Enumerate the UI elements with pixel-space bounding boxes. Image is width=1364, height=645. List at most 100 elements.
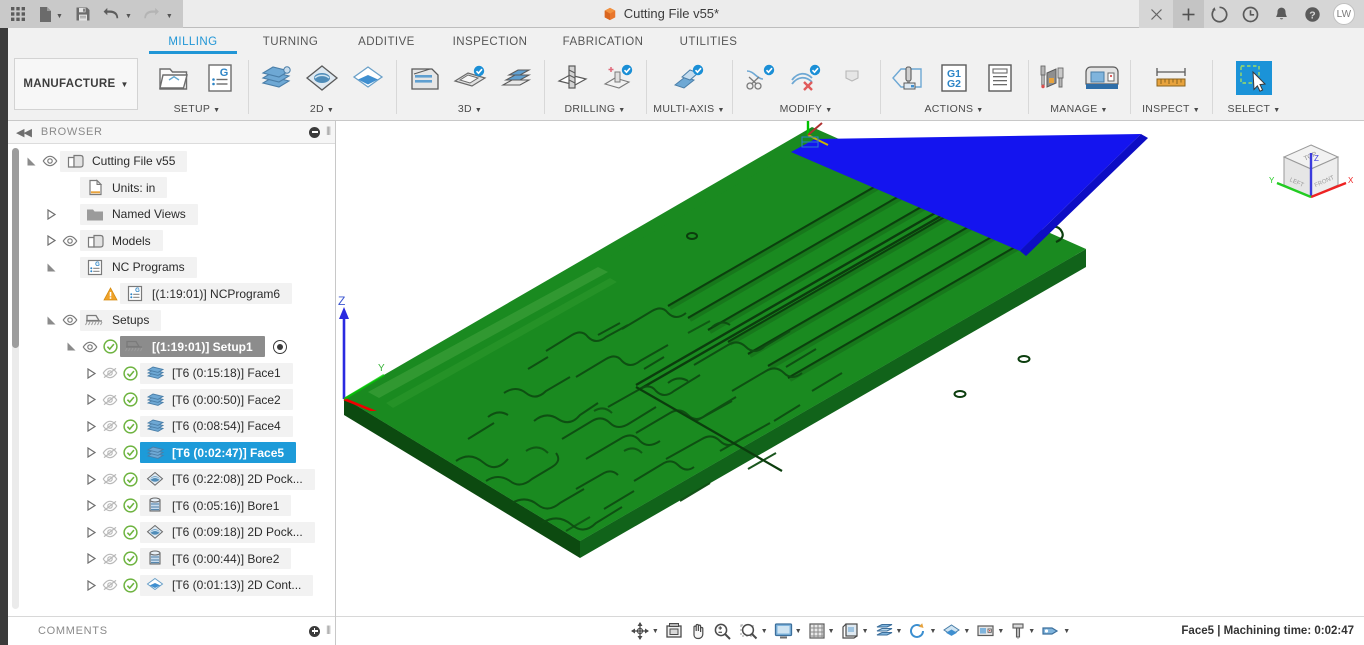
chevron-down-icon[interactable]: ▼ (929, 628, 936, 635)
tree-row[interactable]: [T6 (0:02:47)] Face5 (8, 440, 335, 467)
notifications-bell-icon[interactable] (1266, 0, 1297, 28)
chevron-down-icon[interactable]: ▼ (125, 13, 132, 20)
machine-library-icon[interactable] (1080, 57, 1124, 99)
eye-hidden-icon[interactable] (100, 526, 120, 538)
trim-toolpath-icon[interactable] (738, 57, 782, 99)
close-icon[interactable] (1139, 0, 1173, 28)
setup-sheet-icon[interactable] (978, 57, 1022, 99)
probe-display-icon[interactable]: ▼ (1038, 618, 1073, 644)
pocket-clearing-icon[interactable] (448, 57, 492, 99)
panel-grip-icon[interactable]: ⦀ (326, 625, 331, 638)
new-file-icon[interactable]: ▼ (32, 0, 69, 28)
ribbon-panel-label-inspect[interactable]: INSPECT ▼ (1136, 103, 1206, 118)
tool-display-icon[interactable]: ▼ (1007, 618, 1038, 644)
multiaxis-contour-icon[interactable] (667, 57, 711, 99)
orbit-icon[interactable]: ▼ (627, 618, 662, 644)
tree-row-chip[interactable]: G [(1:19:01)] NCProgram6 (120, 283, 293, 305)
collapse-left-icon[interactable]: ◀◀ (16, 126, 32, 139)
zoom-pm-icon[interactable] (710, 618, 736, 644)
chevron-down-icon[interactable]: ▼ (997, 628, 1004, 635)
tree-row-chip[interactable]: Setups (80, 309, 162, 331)
post-process-g1g2-icon[interactable]: G1 G2 (932, 57, 976, 99)
view-cube-icon[interactable]: TOP LEFT FRONT Z X Y (1266, 131, 1356, 221)
stock-visibility-icon[interactable]: ▼ (872, 618, 906, 644)
pan-look-at-icon[interactable] (662, 618, 686, 644)
avatar[interactable]: LW (1333, 3, 1355, 25)
contour2d-icon[interactable] (346, 57, 390, 99)
nc-program-icon[interactable]: G (198, 57, 242, 99)
tree-row[interactable]: [T6 (0:00:44)] Bore2 (8, 546, 335, 573)
simulate-icon[interactable] (886, 57, 930, 99)
tree-row-chip[interactable]: [T6 (0:01:13)] 2D Cont... (140, 574, 314, 596)
collapsed-triangle-icon[interactable] (82, 391, 100, 409)
minimize-circle-icon[interactable] (309, 126, 321, 138)
eye-hidden-icon[interactable] (100, 553, 120, 565)
zoom-window-icon[interactable]: ▼ (736, 618, 771, 644)
tree-row[interactable]: G NC Programs (8, 254, 335, 281)
eye-hidden-icon[interactable] (100, 367, 120, 379)
tree-row[interactable]: Named Views (8, 201, 335, 228)
measure-icon[interactable] (1149, 57, 1193, 99)
workspace-switcher-manufacture[interactable]: MANUFACTURE ▼ (14, 58, 138, 110)
browser-scrollbar-track[interactable] (12, 148, 19, 609)
ribbon-panel-label-actions[interactable]: ACTIONS ▼ (886, 103, 1022, 118)
collapsed-triangle-icon[interactable] (82, 444, 100, 462)
display-settings-icon[interactable]: ▼ (771, 618, 805, 644)
chevron-down-icon[interactable]: ▼ (896, 628, 903, 635)
adaptive3d-icon[interactable] (402, 57, 446, 99)
tree-row-chip[interactable]: Models (80, 230, 163, 252)
ribbon-tab-utilities[interactable]: UTILITIES (661, 30, 756, 53)
add-circle-icon[interactable] (309, 625, 321, 637)
tree-row-chip[interactable]: Units: in (80, 177, 168, 199)
drill-icon[interactable] (550, 57, 594, 99)
tree-row-chip[interactable]: [T6 (0:15:18)] Face1 (140, 362, 293, 384)
select-window-icon[interactable] (1233, 58, 1275, 98)
ribbon-panel-label-modify[interactable]: MODIFY ▼ (738, 103, 874, 118)
tree-row[interactable]: [T6 (0:09:18)] 2D Pock... (8, 519, 335, 546)
eye-hidden-icon[interactable] (100, 420, 120, 432)
new-tab-icon[interactable] (1173, 0, 1204, 28)
undo-icon[interactable]: ▼ (97, 0, 138, 28)
browser-scrollbar-thumb[interactable] (12, 148, 19, 348)
eye-visible-icon[interactable] (60, 314, 80, 326)
comments-panel-header[interactable]: COMMENTS ⦀ (8, 616, 335, 645)
save-icon[interactable] (69, 0, 97, 28)
chevron-down-icon[interactable]: ▼ (1028, 628, 1035, 635)
setup-folder-icon[interactable] (152, 57, 196, 99)
job-status-icon[interactable] (1204, 0, 1235, 28)
tree-row[interactable]: [T6 (0:15:18)] Face1 (8, 360, 335, 387)
tree-row-chip[interactable]: Named Views (80, 203, 198, 225)
pan-hand-icon[interactable] (686, 618, 710, 644)
simulate-refresh-icon[interactable]: ▼ (905, 618, 939, 644)
3d-viewport[interactable]: Z Y TOP LEFT FRONT Z X Y (336, 121, 1364, 645)
ribbon-panel-label-drilling[interactable]: DRILLING ▼ (550, 103, 640, 118)
adaptive2d-icon[interactable] (300, 57, 344, 99)
tree-row[interactable]: [T6 (0:22:08)] 2D Pock... (8, 466, 335, 493)
eye-hidden-icon[interactable] (100, 473, 120, 485)
eye-hidden-icon[interactable] (100, 500, 120, 512)
ribbon-panel-label-multiaxis[interactable]: MULTI-AXIS ▼ (652, 103, 726, 118)
collapsed-triangle-icon[interactable] (82, 470, 100, 488)
toolpath-visibility-icon[interactable]: ▼ (939, 618, 973, 644)
tree-row[interactable]: [T6 (0:00:50)] Face2 (8, 387, 335, 414)
ribbon-tab-inspection[interactable]: INSPECTION (435, 30, 545, 53)
tree-row[interactable]: [T6 (0:01:13)] 2D Cont... (8, 572, 335, 599)
ribbon-tab-milling[interactable]: MILLING (143, 30, 243, 54)
eye-visible-icon[interactable] (40, 155, 60, 167)
viewports-icon[interactable]: ▼ (838, 618, 872, 644)
eye-hidden-icon[interactable] (100, 579, 120, 591)
chevron-down-icon[interactable]: ▼ (56, 13, 63, 20)
expanded-triangle-icon[interactable] (62, 338, 80, 356)
expanded-triangle-icon[interactable] (42, 311, 60, 329)
tree-row-chip[interactable]: [(1:19:01)] Setup1 (120, 336, 265, 358)
grid-apps-icon[interactable] (4, 0, 32, 28)
recent-clock-icon[interactable] (1235, 0, 1266, 28)
face-icon[interactable] (254, 57, 298, 99)
ribbon-tab-turning[interactable]: TURNING (243, 30, 338, 53)
delete-toolpath-icon[interactable] (784, 57, 828, 99)
tree-row-chip[interactable]: Cutting File v55 (60, 150, 188, 172)
chevron-down-icon[interactable]: ▼ (828, 628, 835, 635)
tree-row-chip[interactable]: [T6 (0:08:54)] Face4 (140, 415, 293, 437)
browser-tree[interactable]: Cutting File v55 Units: in Named Views Mode… (8, 144, 335, 615)
ribbon-tab-fabrication[interactable]: FABRICATION (545, 30, 661, 53)
